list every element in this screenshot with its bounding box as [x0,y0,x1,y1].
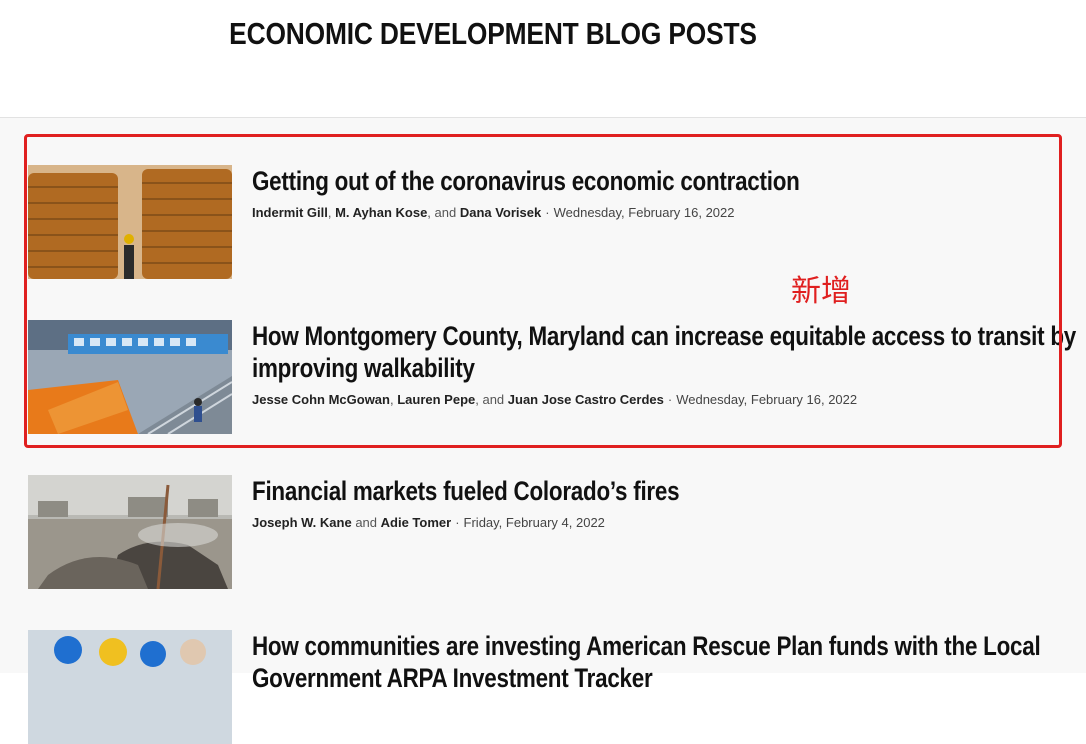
annotation-label: 新增 [791,274,851,309]
author-link[interactable]: Dana Vorisek [460,205,541,220]
post-meta: Indermit Gill, M. Ayhan Kose, and Dana V… [252,205,735,220]
post-meta: Jesse Cohn McGowan, Lauren Pepe, and Jua… [252,392,858,407]
post-title-link[interactable]: Financial markets fueled Colorado’s fire… [252,475,1082,507]
meta-separator: · [545,205,550,220]
post-date: Wednesday, February 16, 2022 [553,205,735,220]
post-thumbnail-workers[interactable] [28,630,232,744]
author-link[interactable]: Juan Jose Castro Cerdes [508,392,664,407]
post-thumbnail-metro-station[interactable] [28,320,232,434]
post-title-link[interactable]: Getting out of the coronavirus economic … [252,165,1082,197]
post-date: Wednesday, February 16, 2022 [676,392,858,407]
meta-separator: · [455,515,460,530]
author-link[interactable]: M. Ayhan Kose [335,205,427,220]
post-title-link[interactable]: How communities are investing American R… [252,630,1082,694]
author-link[interactable]: Jesse Cohn McGowan [252,392,390,407]
post-title-link[interactable]: How Montgomery County, Maryland can incr… [252,320,1082,384]
post-meta: Joseph W. Kane and Adie Tomer · Friday, Fe… [252,515,605,530]
author-link[interactable]: Indermit Gill [252,205,328,220]
author-link[interactable]: Lauren Pepe [397,392,475,407]
page-title: ECONOMIC DEVELOPMENT BLOG POSTS [229,16,757,51]
post-thumbnail-burned-cars[interactable] [28,475,232,589]
post-thumbnail-grain-sacks[interactable] [28,165,232,279]
author-link[interactable]: Joseph W. Kane [252,515,352,530]
page-header: ECONOMIC DEVELOPMENT BLOG POSTS [0,0,1086,118]
post-date: Friday, February 4, 2022 [463,515,605,530]
author-link[interactable]: Adie Tomer [381,515,452,530]
meta-separator: · [667,392,673,407]
